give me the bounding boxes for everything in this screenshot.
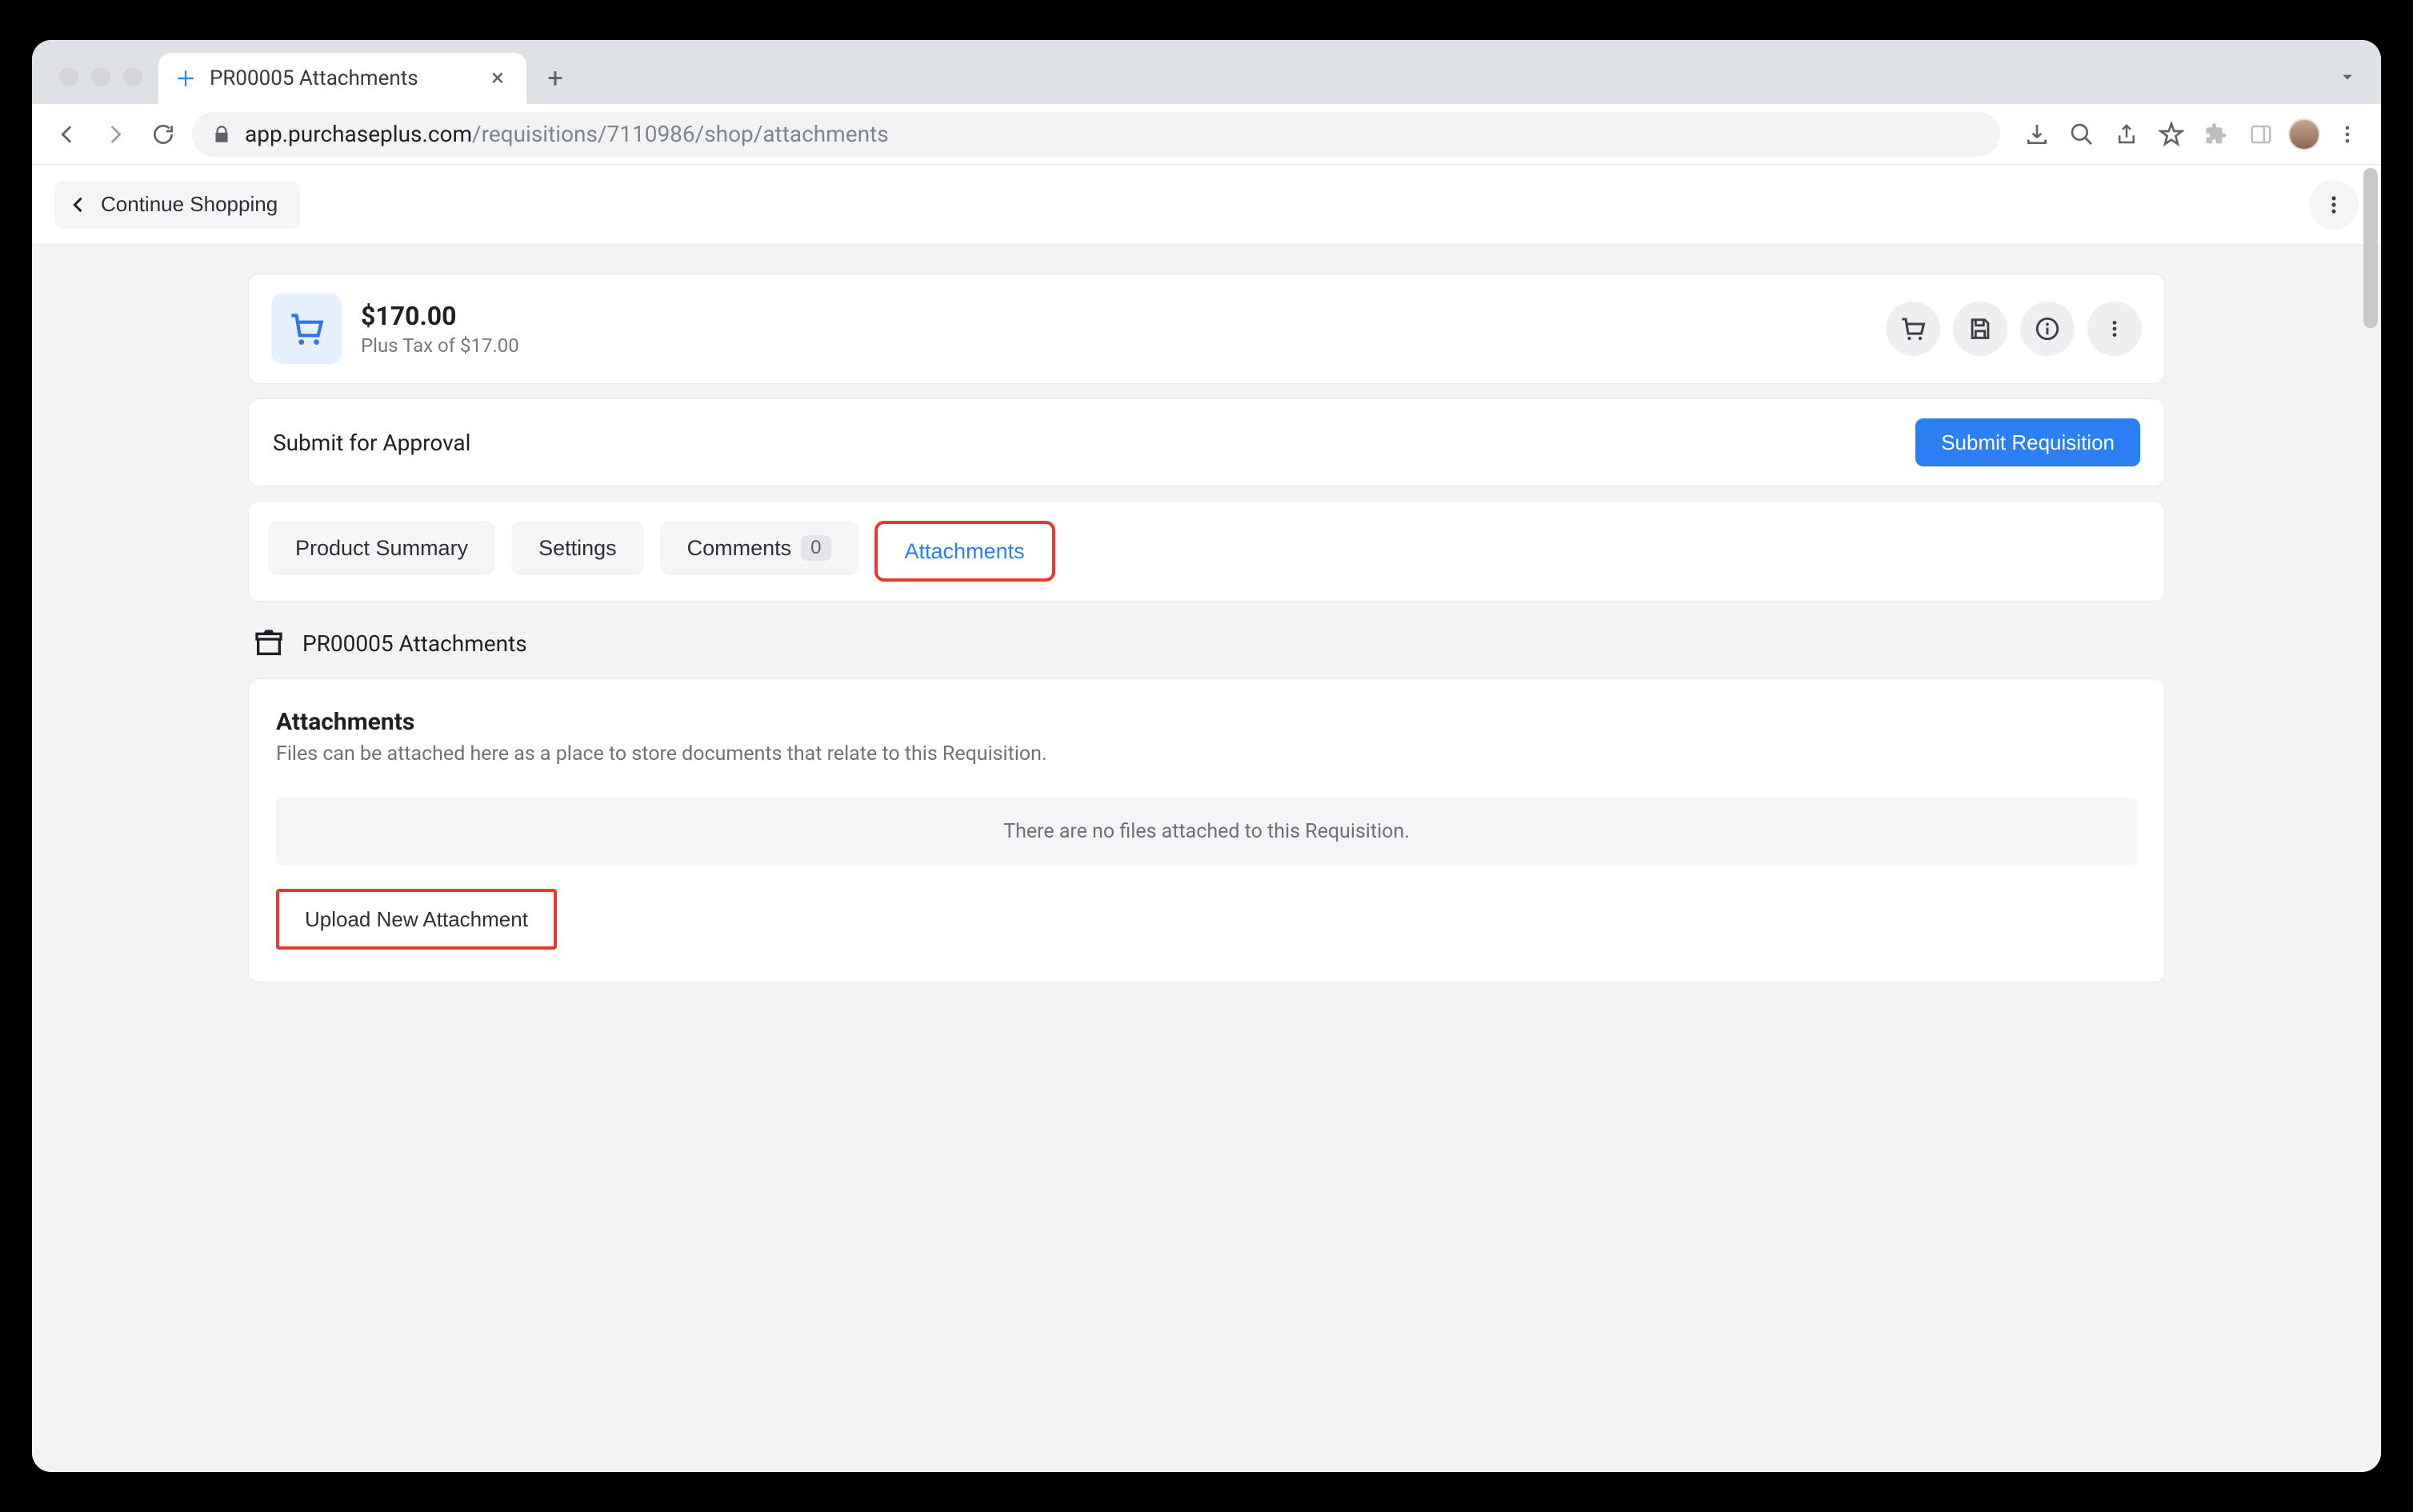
tab-title: PR00005 Attachments [210,66,418,90]
requisition-summary-card: $170.00 Plus Tax of $17.00 [248,274,2165,384]
submit-requisition-button[interactable]: Submit Requisition [1915,418,2140,466]
tab-label: Comments [687,536,792,561]
tab-settings[interactable]: Settings [511,521,644,575]
more-action-button[interactable] [2087,302,2142,356]
window-minimize[interactable] [91,67,110,86]
section-title: PR00005 Attachments [302,630,527,657]
search-icon[interactable] [2064,117,2099,152]
approval-card: Submit for Approval Submit Requisition [248,398,2165,486]
page-viewport: Continue Shopping $170.00 Plus Tax of $1… [32,165,2381,1472]
comments-count-badge: 0 [801,535,830,561]
archive-icon [253,627,285,659]
info-action-button[interactable] [2020,302,2075,356]
scrollbar[interactable] [2363,168,2378,328]
tab-product-summary[interactable]: Product Summary [268,521,495,575]
url-path: /requisitions/7110986/shop/attachments [472,121,889,147]
tab-attachments[interactable]: Attachments [874,521,1055,582]
bookmark-icon[interactable] [2154,117,2189,152]
window-close[interactable] [59,67,78,86]
chevron-left-icon [67,194,90,216]
cart-icon [271,294,342,364]
close-tab-icon[interactable]: × [491,66,504,90]
browser-toolbar: app.purchaseplus.com/requisitions/711098… [32,104,2381,165]
profile-avatar[interactable] [2288,118,2320,150]
tab-label: Product Summary [295,536,468,561]
nav-back-button[interactable] [48,115,86,154]
attachments-description: Files can be attached here as a place to… [276,742,2137,766]
total-amount: $170.00 [361,301,519,331]
continue-shopping-button[interactable]: Continue Shopping [54,181,300,229]
page-header: Continue Shopping [32,165,2381,245]
page-more-button[interactable] [2309,180,2359,230]
browser-menu-icon[interactable] [2330,117,2365,152]
summary-text: $170.00 Plus Tax of $17.00 [361,301,519,357]
window-maximize[interactable] [123,67,142,86]
save-action-button[interactable] [1953,302,2007,356]
new-tab-button[interactable]: + [533,56,578,101]
toolbar-actions [2019,117,2365,152]
tab-label: Settings [538,536,617,561]
extensions-icon[interactable] [2199,117,2234,152]
attachments-heading: Attachments [276,708,2137,736]
cart-action-button[interactable] [1886,302,1940,356]
favicon-icon [174,67,197,90]
empty-message: There are no files attached to this Requ… [1003,820,1410,843]
browser-tab-strip: PR00005 Attachments × + [32,40,2381,104]
url-text: app.purchaseplus.com/requisitions/711098… [245,121,889,147]
section-title-row: PR00005 Attachments [253,627,2165,659]
continue-shopping-label: Continue Shopping [101,192,278,217]
attachments-empty-state: There are no files attached to this Requ… [276,798,2137,865]
share-icon[interactable] [2109,117,2144,152]
address-bar[interactable]: app.purchaseplus.com/requisitions/711098… [192,112,2000,157]
tax-line: Plus Tax of $17.00 [361,334,519,357]
content-column: $170.00 Plus Tax of $17.00 [248,274,2165,982]
browser-tab[interactable]: PR00005 Attachments × [158,53,526,104]
attachments-card: Attachments Files can be attached here a… [248,678,2165,982]
upload-attachment-button[interactable]: Upload New Attachment [276,889,557,950]
tabs-card: Product Summary Settings Comments 0 Atta… [248,501,2165,602]
sidepanel-icon[interactable] [2243,117,2279,152]
window-controls [48,67,158,104]
tab-label: Attachments [905,539,1025,564]
install-icon[interactable] [2019,117,2055,152]
tab-comments[interactable]: Comments 0 [660,521,858,575]
summary-actions [1886,302,2142,356]
tabs-dropdown-icon[interactable] [2336,66,2359,88]
nav-forward-button[interactable] [96,115,134,154]
nav-reload-button[interactable] [144,115,182,154]
lock-icon [211,124,232,145]
browser-window: PR00005 Attachments × + app.purchaseplus… [32,40,2381,1472]
approval-label: Submit for Approval [273,430,470,456]
url-host: app.purchaseplus.com [245,121,472,147]
